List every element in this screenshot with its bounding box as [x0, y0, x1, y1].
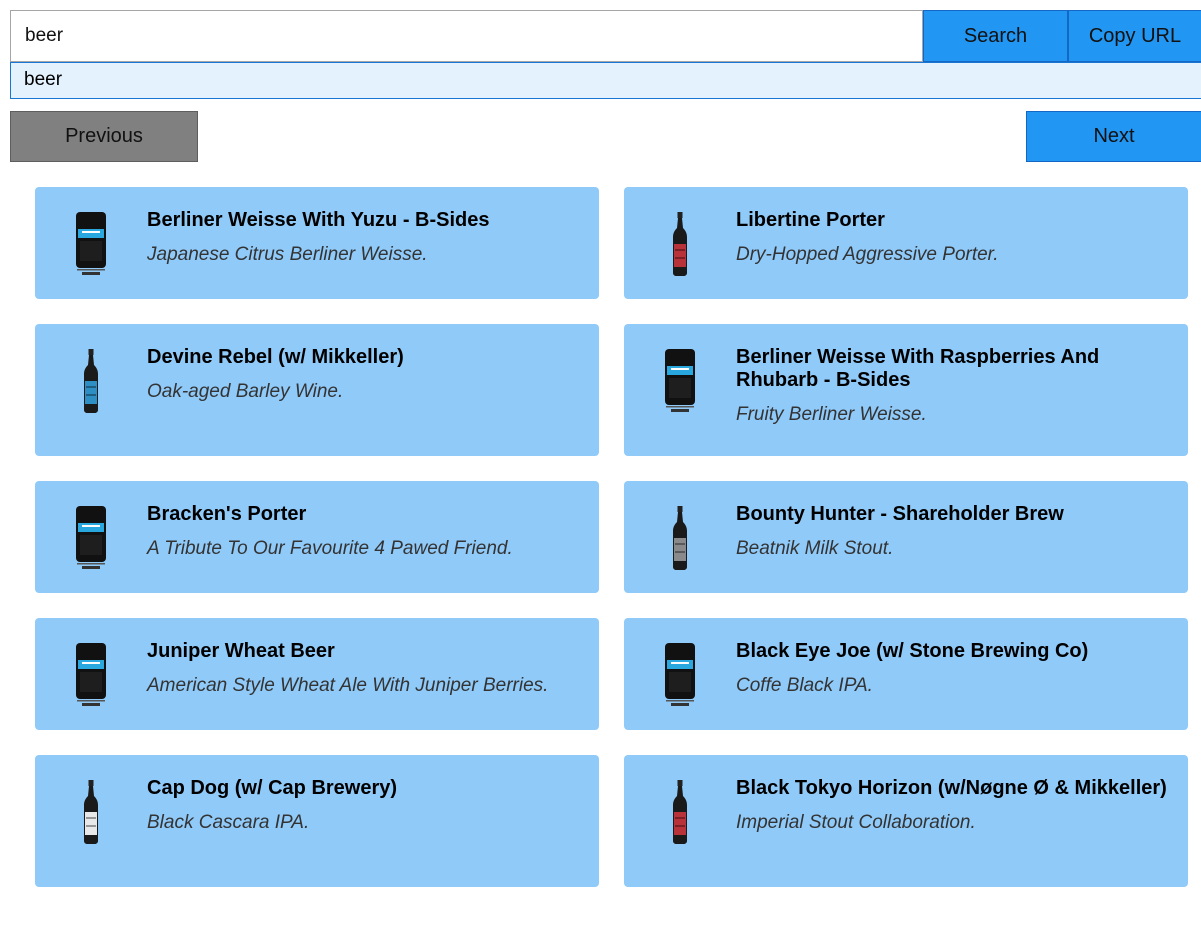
next-button[interactable]: Next — [1026, 111, 1201, 162]
beer-name: Bounty Hunter - Shareholder Brew — [736, 503, 1064, 525]
beer-info: Berliner Weisse With Yuzu - B-Sides Japa… — [147, 209, 579, 266]
bottle-icon — [35, 346, 147, 414]
beer-name: Berliner Weisse With Raspberries And Rhu… — [736, 346, 1100, 391]
beer-info: Devine Rebel (w/ Mikkeller) Oak-aged Bar… — [147, 346, 579, 403]
beer-card[interactable]: Black Tokyo Horizon (w/Nøgne Ø & Mikkell… — [624, 755, 1188, 887]
beer-name: Berliner Weisse With Yuzu - B-Sides — [147, 209, 490, 231]
beer-card[interactable]: Devine Rebel (w/ Mikkeller) Oak-aged Bar… — [35, 324, 599, 456]
beer-info: Juniper Wheat Beer American Style Wheat … — [147, 640, 579, 697]
beer-info: Cap Dog (w/ Cap Brewery) Black Cascara I… — [147, 777, 579, 834]
bottle-icon — [624, 209, 736, 277]
beer-tagline: Black Cascara IPA. — [147, 812, 310, 833]
beer-name: Cap Dog (w/ Cap Brewery) — [147, 777, 398, 799]
beer-card[interactable]: Cap Dog (w/ Cap Brewery) Black Cascara I… — [35, 755, 599, 887]
previous-button[interactable]: Previous — [10, 111, 198, 162]
beer-name: Juniper Wheat Beer — [147, 640, 335, 662]
keg-icon — [35, 640, 147, 708]
keg-icon — [35, 209, 147, 277]
beer-info: Black Tokyo Horizon (w/Nøgne Ø & Mikkell… — [736, 777, 1168, 834]
beer-tagline: A Tribute To Our Favourite 4 Pawed Frien… — [147, 538, 513, 559]
beer-grid: Berliner Weisse With Yuzu - B-Sides Japa… — [35, 187, 1188, 887]
beer-name: Bracken's Porter — [147, 503, 307, 525]
beer-tagline: Oak-aged Barley Wine. — [147, 381, 344, 402]
beer-card[interactable]: Bracken's Porter A Tribute To Our Favour… — [35, 481, 599, 593]
beer-info: Bounty Hunter - Shareholder Brew Beatnik… — [736, 503, 1168, 560]
beer-card[interactable]: Berliner Weisse With Raspberries And Rhu… — [624, 324, 1188, 456]
beer-card[interactable]: Black Eye Joe (w/ Stone Brewing Co) Coff… — [624, 618, 1188, 730]
beer-name: Black Eye Joe (w/ Stone Brewing Co) — [736, 640, 1089, 662]
bottle-icon — [624, 777, 736, 845]
copy-url-button[interactable]: Copy URL — [1068, 10, 1201, 62]
search-bar: Search Copy URL — [10, 10, 1201, 62]
search-input[interactable] — [10, 10, 923, 62]
beer-tagline: Beatnik Milk Stout. — [736, 538, 894, 559]
beer-tagline: Coffe Black IPA. — [736, 675, 873, 696]
bottle-icon — [624, 503, 736, 571]
keg-icon — [35, 503, 147, 571]
bottle-icon — [35, 777, 147, 845]
search-button[interactable]: Search — [923, 10, 1068, 62]
keg-icon — [624, 346, 736, 414]
beer-tagline: American Style Wheat Ale With Juniper Be… — [147, 675, 549, 696]
beer-info: Bracken's Porter A Tribute To Our Favour… — [147, 503, 579, 560]
beer-name: Libertine Porter — [736, 209, 885, 231]
keg-icon — [624, 640, 736, 708]
beer-card[interactable]: Bounty Hunter - Shareholder Brew Beatnik… — [624, 481, 1188, 593]
beer-card[interactable]: Berliner Weisse With Yuzu - B-Sides Japa… — [35, 187, 599, 299]
beer-info: Libertine Porter Dry-Hopped Aggressive P… — [736, 209, 1168, 266]
beer-tagline: Japanese Citrus Berliner Weisse. — [147, 244, 428, 265]
beer-card[interactable]: Juniper Wheat Beer American Style Wheat … — [35, 618, 599, 730]
beer-name: Devine Rebel (w/ Mikkeller) — [147, 346, 404, 368]
beer-info: Berliner Weisse With Raspberries And Rhu… — [736, 346, 1168, 426]
beer-name: Black Tokyo Horizon (w/Nøgne Ø & Mikkell… — [736, 777, 1167, 799]
beer-tagline: Dry-Hopped Aggressive Porter. — [736, 244, 999, 265]
beer-info: Black Eye Joe (w/ Stone Brewing Co) Coff… — [736, 640, 1168, 697]
beer-card[interactable]: Libertine Porter Dry-Hopped Aggressive P… — [624, 187, 1188, 299]
beer-tagline: Imperial Stout Collaboration. — [736, 812, 976, 833]
beer-tagline: Fruity Berliner Weisse. — [736, 404, 927, 425]
autocomplete-suggestion[interactable]: beer — [10, 62, 1201, 99]
